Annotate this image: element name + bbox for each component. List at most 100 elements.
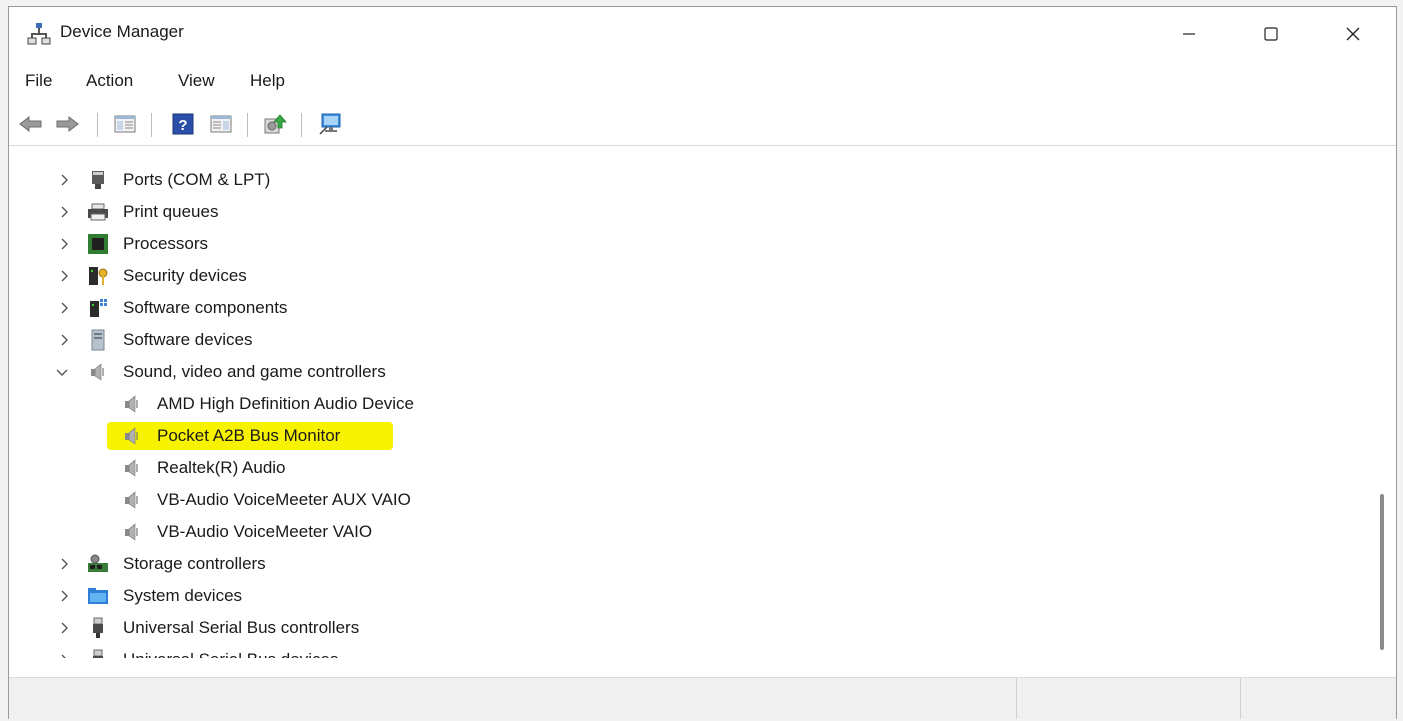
- toolbar-separator: [97, 113, 98, 137]
- chevron-right-icon[interactable]: [57, 653, 71, 658]
- show-hide-action-pane-icon: [210, 115, 232, 133]
- tree-item-label: Universal Serial Bus devices: [123, 650, 338, 658]
- tree-item-usb-controllers[interactable]: Universal Serial Bus controllers: [9, 612, 1370, 644]
- forward-button[interactable]: [53, 110, 81, 138]
- toolbar: ?: [9, 103, 1396, 146]
- tree-item-label: Print queues: [123, 202, 219, 221]
- tree-item-label: Ports (COM & LPT): [123, 170, 271, 189]
- scrollbar-thumb[interactable]: [1380, 494, 1384, 650]
- menu-view[interactable]: View: [172, 69, 221, 93]
- tree-item-realtek-audio[interactable]: Realtek(R) Audio: [9, 452, 1370, 484]
- security-key-icon: [89, 267, 108, 285]
- device-manager-window: Device Manager File Action View Help ? P…: [8, 6, 1397, 719]
- chevron-right-icon[interactable]: [57, 173, 71, 187]
- usb-icon: [93, 649, 103, 658]
- tree-item-print-queues[interactable]: Print queues: [9, 196, 1370, 228]
- tree-item-software-devices[interactable]: Software devices: [9, 324, 1370, 356]
- tree-item-processors[interactable]: Processors: [9, 228, 1370, 260]
- device-tree[interactable]: Ports (COM & LPT) Print queues Processor…: [9, 158, 1370, 658]
- minimize-button[interactable]: [1148, 7, 1230, 61]
- show-hide-console-tree-button[interactable]: [111, 110, 139, 138]
- chevron-right-icon[interactable]: [57, 301, 71, 315]
- port-icon: [92, 171, 104, 189]
- close-button[interactable]: [1312, 7, 1394, 61]
- tree-item-security-devices[interactable]: Security devices: [9, 260, 1370, 292]
- tree-item-label: Security devices: [123, 266, 247, 285]
- toolbar-separator: [151, 113, 152, 137]
- menu-file[interactable]: File: [19, 69, 58, 93]
- tree-item-label: VB-Audio VoiceMeeter AUX VAIO: [157, 490, 411, 509]
- toolbar-separator: [301, 113, 302, 137]
- speaker-icon: [125, 491, 138, 509]
- scan-hardware-icon: [319, 113, 341, 135]
- menu-help[interactable]: Help: [244, 69, 291, 93]
- device-manager-app-icon: [27, 21, 51, 45]
- tree-item-amd-hd-audio[interactable]: AMD High Definition Audio Device: [9, 388, 1370, 420]
- tree-item-ports[interactable]: Ports (COM & LPT): [9, 164, 1370, 196]
- tree-item-label: Universal Serial Bus controllers: [123, 618, 360, 637]
- status-segment: [1240, 678, 1397, 719]
- menu-action[interactable]: Action: [80, 69, 139, 93]
- chevron-right-icon[interactable]: [57, 621, 71, 635]
- tree-item-vb-audio-aux-vaio[interactable]: VB-Audio VoiceMeeter AUX VAIO: [9, 484, 1370, 516]
- vertical-scrollbar[interactable]: [1370, 158, 1396, 658]
- speaker-icon: [125, 427, 138, 445]
- chevron-right-icon[interactable]: [57, 269, 71, 283]
- tree-item-sound-video-game-controllers[interactable]: Sound, video and game controllers: [9, 356, 1370, 388]
- window-title: Device Manager: [60, 22, 184, 41]
- tree-item-label: System devices: [123, 586, 243, 605]
- close-icon: [1346, 27, 1360, 41]
- tree-item-label: Sound, video and game controllers: [123, 362, 386, 381]
- tree-item-storage-controllers[interactable]: Storage controllers: [9, 548, 1370, 580]
- tree-item-pocket-a2b-bus-monitor[interactable]: Pocket A2B Bus Monitor: [9, 420, 1370, 452]
- storage-controller-icon: [88, 554, 108, 572]
- chevron-down-icon[interactable]: [55, 366, 69, 380]
- tree-item-system-devices[interactable]: System devices: [9, 580, 1370, 612]
- processor-icon: [88, 234, 108, 254]
- svg-text:?: ?: [178, 117, 187, 134]
- tree-item-label: AMD High Definition Audio Device: [157, 394, 415, 413]
- tree-item-usb-devices[interactable]: Universal Serial Bus devices: [9, 644, 1370, 658]
- update-driver-icon: [264, 114, 287, 134]
- status-bar: [9, 677, 1396, 719]
- software-component-icon: [90, 299, 107, 317]
- tree-item-label: Software devices: [123, 330, 253, 349]
- back-icon: [19, 115, 42, 133]
- tree-item-label: Processors: [123, 234, 209, 253]
- system-folder-icon: [88, 588, 108, 604]
- chevron-right-icon[interactable]: [57, 237, 71, 251]
- back-button[interactable]: [17, 110, 45, 138]
- chevron-right-icon[interactable]: [57, 205, 71, 219]
- chevron-right-icon[interactable]: [57, 589, 71, 603]
- tree-item-label: VB-Audio VoiceMeeter VAIO: [157, 522, 373, 541]
- toolbar-separator: [247, 113, 248, 137]
- speaker-icon: [125, 459, 138, 477]
- tree-item-label: Software components: [123, 298, 288, 317]
- maximize-button[interactable]: [1230, 7, 1312, 61]
- speaker-icon: [125, 523, 138, 541]
- show-hide-console-tree-icon: [114, 115, 136, 133]
- tree-item-vb-audio-vaio[interactable]: VB-Audio VoiceMeeter VAIO: [9, 516, 1370, 548]
- chevron-right-icon[interactable]: [57, 557, 71, 571]
- tree-item-label: Storage controllers: [123, 554, 266, 573]
- help-button[interactable]: ?: [169, 110, 197, 138]
- update-driver-button[interactable]: [261, 110, 289, 138]
- tree-item-label: Realtek(R) Audio: [157, 458, 286, 477]
- speaker-icon: [91, 363, 104, 381]
- scan-hardware-button[interactable]: [317, 110, 345, 138]
- status-segment: [1016, 678, 1241, 719]
- help-icon: ?: [172, 113, 194, 135]
- tree-item-software-components[interactable]: Software components: [9, 292, 1370, 324]
- minimize-icon: [1183, 33, 1195, 35]
- usb-icon: [93, 617, 103, 638]
- maximize-icon: [1264, 27, 1278, 41]
- software-device-icon: [91, 329, 105, 351]
- tree-item-label: Pocket A2B Bus Monitor: [157, 426, 341, 445]
- speaker-icon: [125, 395, 138, 413]
- chevron-right-icon[interactable]: [57, 333, 71, 347]
- menu-bar: File Action View Help: [9, 63, 1396, 97]
- printer-icon: [88, 203, 108, 221]
- forward-icon: [56, 115, 79, 133]
- show-hide-action-pane-button[interactable]: [207, 110, 235, 138]
- title-bar[interactable]: Device Manager: [9, 7, 1396, 61]
